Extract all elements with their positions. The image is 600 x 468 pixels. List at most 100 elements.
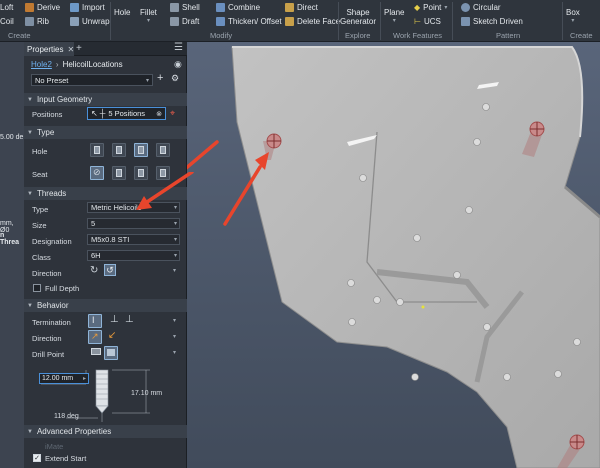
pick-point-icon[interactable]: ⌖ bbox=[170, 108, 175, 119]
ucs-button[interactable]: ⊢ UCS bbox=[414, 17, 441, 26]
panel-tab-bar: Properties ✕ + ☰ bbox=[24, 42, 187, 56]
counterbore-button[interactable] bbox=[112, 166, 126, 180]
graphics-viewport[interactable] bbox=[187, 42, 600, 468]
visibility-eye-icon[interactable]: ◉ bbox=[174, 59, 182, 70]
coil-label: Coil bbox=[0, 17, 14, 26]
unwrap-icon bbox=[70, 17, 79, 26]
imate-label: iMate bbox=[45, 442, 64, 451]
collapse-icon: ▼ bbox=[27, 190, 33, 197]
shape-generator-label: Shape Generator bbox=[340, 8, 377, 26]
fillet-label: Fillet bbox=[140, 8, 157, 17]
hole-button[interactable]: Hole bbox=[114, 0, 130, 17]
positions-selector[interactable]: ↖ ┼ 5 Positions ⊗ bbox=[87, 107, 166, 120]
behavior-header[interactable]: ▼ Behavior bbox=[24, 299, 187, 312]
threads-title: Threads bbox=[36, 189, 67, 198]
full-depth-label: Full Depth bbox=[45, 284, 80, 293]
to-face-icon[interactable]: ⊥ bbox=[125, 314, 134, 325]
angle-value[interactable]: 118 deg bbox=[54, 413, 79, 420]
unwrap-label: Unwrap bbox=[82, 17, 110, 26]
advanced-properties-header[interactable]: ▼ Advanced Properties bbox=[24, 425, 187, 438]
direct-label: Direct bbox=[297, 3, 318, 12]
termination-dropdown-icon[interactable]: ▾ bbox=[173, 317, 176, 324]
add-tab-icon[interactable]: + bbox=[76, 43, 82, 54]
plane-button[interactable]: Plane ▾ bbox=[384, 0, 404, 24]
rib-button[interactable]: Rib bbox=[25, 17, 49, 26]
panel-menu-icon[interactable]: ☰ bbox=[174, 42, 183, 53]
chevron-down-icon: ▾ bbox=[145, 77, 149, 84]
behavior-direction-dropdown-icon[interactable]: ▾ bbox=[173, 333, 176, 340]
combine-button[interactable]: Combine bbox=[216, 3, 260, 12]
direction-default-button[interactable]: ↗ bbox=[88, 330, 102, 344]
circular-button[interactable]: Circular bbox=[461, 3, 501, 12]
box-dropdown-icon[interactable]: ▾ bbox=[571, 17, 574, 24]
through-all-icon[interactable]: ⊥ bbox=[110, 314, 119, 325]
preset-dropdown[interactable]: No Preset ▾ bbox=[31, 74, 153, 86]
fillet-button[interactable]: Fillet ▾ bbox=[140, 0, 157, 24]
fillet-dropdown-icon[interactable]: ▾ bbox=[147, 17, 150, 24]
unwrap-button[interactable]: Unwrap bbox=[70, 17, 110, 26]
sketch-driven-button[interactable]: Sketch Driven bbox=[461, 17, 523, 26]
behavior-direction-label: Direction bbox=[32, 334, 62, 343]
properties-tab[interactable]: Properties ✕ bbox=[24, 42, 74, 56]
simple-hole-button[interactable] bbox=[90, 143, 104, 157]
modify-group-label: Modify bbox=[210, 31, 233, 40]
loft-button[interactable]: Loft bbox=[0, 3, 13, 12]
diameter-input[interactable]: 12.00 mm ▸ bbox=[39, 373, 89, 384]
class-dropdown[interactable]: 6H ▾ bbox=[87, 250, 180, 261]
clearance-hole-button[interactable] bbox=[112, 143, 126, 157]
shell-button[interactable]: Shell bbox=[170, 3, 200, 12]
chevron-down-icon: ▾ bbox=[173, 253, 177, 259]
box-button[interactable]: Box ▾ bbox=[566, 0, 580, 24]
collapse-icon: ▼ bbox=[27, 96, 33, 103]
direction-arrow-icon: ↗ bbox=[91, 331, 99, 341]
type-header[interactable]: ▼ Type bbox=[24, 126, 187, 139]
add-preset-icon[interactable]: + bbox=[157, 72, 163, 84]
draft-button[interactable]: Draft bbox=[170, 17, 199, 26]
shape-generator-button[interactable]: Shape Generator bbox=[340, 2, 377, 26]
designation-dropdown[interactable]: M5x0.8 STI ▾ bbox=[87, 234, 180, 245]
left-hand-thread-icon[interactable]: ↺ bbox=[104, 264, 116, 276]
tapped-hole-button[interactable] bbox=[134, 143, 148, 157]
taper-tapped-hole-button[interactable] bbox=[156, 143, 170, 157]
extend-start-checkbox[interactable]: ✓ bbox=[33, 454, 41, 462]
import-icon bbox=[70, 3, 79, 12]
breadcrumb-link[interactable]: Hole2 bbox=[31, 60, 52, 69]
distance-termination-button[interactable]: I bbox=[88, 314, 102, 328]
coil-button[interactable]: Coil bbox=[0, 17, 14, 26]
browser-text-3: n Threa bbox=[0, 232, 20, 246]
angle-drill-point-icon bbox=[107, 349, 115, 356]
flat-drill-point-icon[interactable] bbox=[91, 348, 101, 355]
extend-start-label: Extend Start bbox=[45, 454, 87, 463]
crosshair-icon: ┼ bbox=[99, 109, 106, 118]
size-value: 5 bbox=[91, 219, 96, 228]
direct-button[interactable]: Direct bbox=[285, 3, 318, 12]
model-canvas[interactable] bbox=[187, 42, 600, 468]
full-depth-checkbox[interactable] bbox=[33, 284, 41, 292]
plane-dropdown-icon[interactable]: ▾ bbox=[393, 17, 396, 24]
distance-icon: I bbox=[92, 315, 95, 325]
depth-value[interactable]: 17.10 mm bbox=[131, 390, 162, 397]
input-geometry-header[interactable]: ▼ Input Geometry bbox=[24, 93, 187, 106]
part-body[interactable] bbox=[231, 46, 600, 468]
delete-face-button[interactable]: Delete Face bbox=[285, 17, 340, 26]
no-seat-button[interactable]: ⊘ bbox=[90, 166, 104, 180]
ribbon: Loft Coil Derive Rib Import Unwrap Creat… bbox=[0, 0, 600, 49]
point-dropdown-icon[interactable]: ▾ bbox=[444, 4, 447, 11]
hole-label: Hole bbox=[114, 8, 131, 17]
right-hand-thread-icon[interactable]: ↻ bbox=[90, 265, 98, 276]
point-button[interactable]: ◆ Point ▾ bbox=[414, 3, 447, 12]
angle-drill-point-button[interactable] bbox=[104, 346, 118, 360]
flip-direction-icon[interactable]: ↙ bbox=[108, 330, 116, 341]
drill-point-dropdown-icon[interactable]: ▾ bbox=[173, 349, 176, 356]
derive-button[interactable]: Derive bbox=[25, 3, 60, 12]
gear-icon[interactable]: ⚙ bbox=[171, 73, 179, 84]
seat-label: Seat bbox=[32, 170, 48, 179]
thicken-button[interactable]: Thicken/ Offset bbox=[216, 17, 282, 26]
thicken-icon bbox=[216, 17, 225, 26]
none-icon: ⊘ bbox=[93, 167, 101, 177]
ribbon-divider bbox=[452, 2, 453, 40]
direction-dropdown-icon[interactable]: ▾ bbox=[173, 267, 176, 274]
clear-selection-icon[interactable]: ⊗ bbox=[156, 110, 162, 118]
close-tab-icon[interactable]: ✕ bbox=[67, 45, 74, 54]
import-button[interactable]: Import bbox=[70, 3, 105, 12]
